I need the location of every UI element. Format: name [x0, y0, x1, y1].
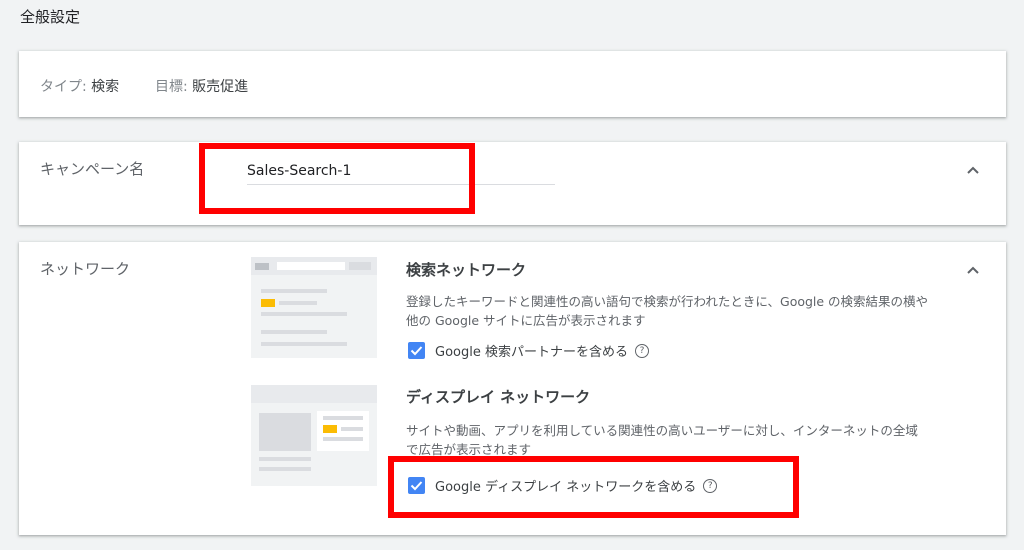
display-network-desc-line: サイトや動画、アプリを利用している関連性の高いユーザーに対し、インターネットの全… — [406, 423, 918, 438]
campaign-goal: 目標: 販売促進 — [155, 76, 248, 96]
search-network-title: 検索ネットワーク — [406, 261, 527, 279]
network-card: ネットワーク 検索ネットワーク 登録したキーワードと関連性の高い語句で検索が行わ… — [19, 242, 1006, 535]
search-network-desc-line: 他の Google サイトに広告が表示されます — [406, 313, 646, 328]
search-partners-option[interactable]: Google 検索パートナーを含める ? — [408, 341, 649, 360]
summary-card: タイプ: 検索 目標: 販売促進 — [19, 51, 1006, 117]
display-network-option[interactable]: Google ディスプレイ ネットワークを含める ? — [408, 476, 718, 495]
search-partners-checkbox[interactable] — [408, 342, 425, 359]
help-circle-icon[interactable]: ? — [703, 478, 718, 493]
display-network-checkbox[interactable] — [408, 477, 425, 494]
goal-value: 販売促進 — [192, 79, 249, 95]
display-network-illustration — [251, 385, 377, 486]
check-icon — [410, 346, 423, 356]
type-label: タイプ: — [40, 79, 87, 95]
chevron-up-icon[interactable] — [966, 165, 980, 175]
type-value: 検索 — [91, 79, 120, 95]
campaign-name-input[interactable] — [247, 158, 555, 185]
goal-label: 目標: — [155, 79, 188, 95]
check-icon — [410, 481, 423, 491]
search-network-desc-line: 登録したキーワードと関連性の高い語句で検索が行われたときに、Google の検索… — [406, 294, 929, 309]
search-partners-label: Google 検索パートナーを含める — [435, 345, 628, 360]
search-network-description: 登録したキーワードと関連性の高い語句で検索が行われたときに、Google の検索… — [406, 292, 954, 330]
display-network-description: サイトや動画、アプリを利用している関連性の高いユーザーに対し、インターネットの全… — [406, 421, 954, 459]
chevron-up-icon[interactable] — [966, 265, 980, 275]
network-label: ネットワーク — [40, 260, 131, 278]
section-title: 全般設定 — [20, 8, 81, 26]
campaign-name-card: キャンペーン名 — [19, 142, 1006, 225]
display-network-label: Google ディスプレイ ネットワークを含める — [435, 480, 697, 495]
display-network-title: ディスプレイ ネットワーク — [406, 388, 591, 406]
campaign-name-label: キャンペーン名 — [40, 160, 145, 178]
display-network-desc-line: で広告が表示されます — [406, 442, 532, 457]
search-network-illustration — [251, 257, 377, 358]
campaign-type: タイプ: 検索 — [40, 76, 119, 96]
help-circle-icon[interactable]: ? — [634, 343, 649, 358]
